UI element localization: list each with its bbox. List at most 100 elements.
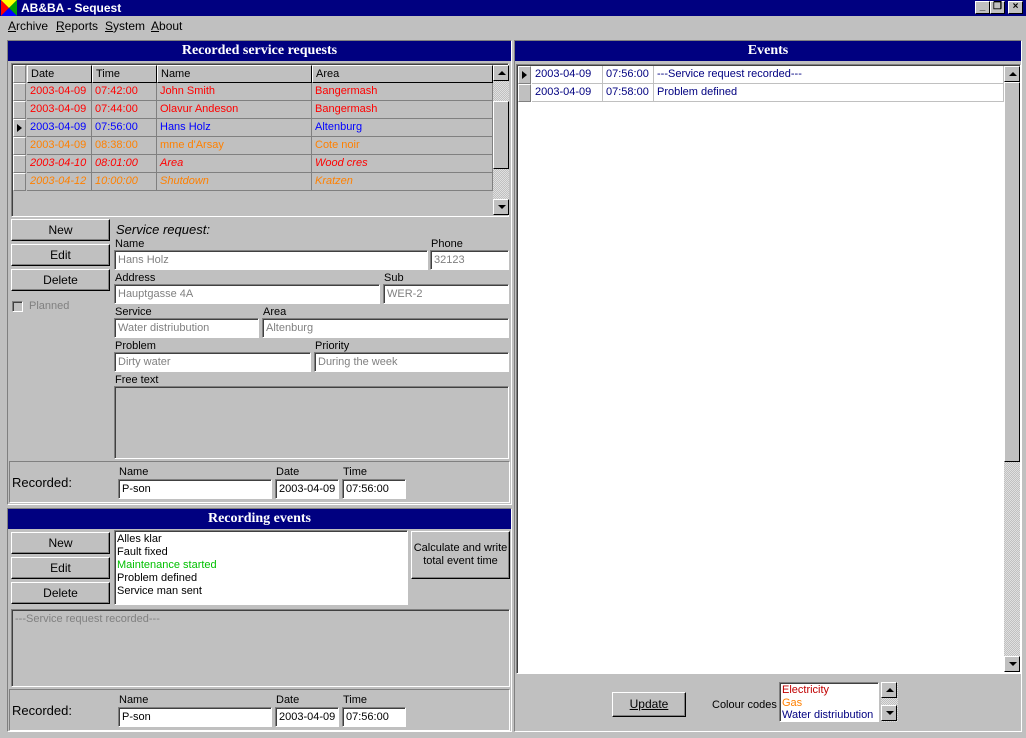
table-cell[interactable]: Bangermash: [312, 83, 493, 101]
table-cell[interactable]: Problem defined: [654, 84, 1004, 102]
table-cell[interactable]: 07:44:00: [92, 101, 157, 119]
recorded-bottom-time-field[interactable]: 07:56:00: [342, 707, 406, 727]
table-cell[interactable]: Kratzen: [312, 173, 493, 191]
update-button[interactable]: Update: [612, 692, 686, 717]
name-field[interactable]: Hans Holz: [114, 250, 428, 270]
recorded-top-date-field[interactable]: 2003-04-09: [275, 479, 339, 499]
calculate-total-time-button[interactable]: Calculate and write total event time: [411, 531, 510, 579]
table-cell[interactable]: Shutdown: [157, 173, 312, 191]
table-cell[interactable]: 07:58:00: [603, 84, 654, 102]
colour-codes-list[interactable]: Electricity Gas Water distriubution: [779, 682, 879, 722]
planned-checkbox[interactable]: [12, 301, 23, 312]
address-field[interactable]: Hauptgasse 4A: [114, 284, 380, 304]
table-cell[interactable]: 2003-04-09: [532, 84, 603, 102]
event-memo[interactable]: ---Service request recorded---: [11, 609, 510, 687]
arrow-up-icon: [886, 688, 894, 692]
table-cell[interactable]: John Smith: [157, 83, 312, 101]
delete-event-button[interactable]: Delete: [11, 582, 110, 604]
update-button-label: Update: [629, 697, 669, 711]
table-cell[interactable]: 2003-04-09: [27, 119, 92, 137]
list-item[interactable]: Gas: [782, 697, 802, 710]
row-indicator[interactable]: [13, 119, 26, 137]
priority-field[interactable]: During the week: [314, 352, 509, 372]
table-cell[interactable]: 2003-04-09: [532, 66, 603, 84]
phone-field[interactable]: 32123: [430, 250, 509, 270]
close-button[interactable]: ×: [1008, 1, 1023, 14]
table-cell[interactable]: Bangermash: [312, 101, 493, 119]
table-cell[interactable]: mme d'Arsay: [157, 137, 312, 155]
row-indicator[interactable]: [518, 84, 531, 102]
column-header-date[interactable]: Date: [27, 65, 92, 83]
service-label: Service: [115, 306, 152, 318]
table-cell[interactable]: 2003-04-09: [27, 101, 92, 119]
event-type-list[interactable]: Alles klar Fault fixed Maintenance started…: [114, 530, 408, 605]
new-event-button[interactable]: New: [11, 532, 110, 554]
grid-scroll-down-button[interactable]: [493, 199, 509, 215]
column-header-area[interactable]: Area: [312, 65, 493, 83]
table-cell[interactable]: 2003-04-09: [27, 83, 92, 101]
current-row-arrow-icon: [522, 71, 527, 79]
grid-scroll-up-button[interactable]: [493, 65, 509, 81]
row-indicator[interactable]: [13, 83, 26, 101]
table-cell[interactable]: 07:42:00: [92, 83, 157, 101]
table-cell[interactable]: Hans Holz: [157, 119, 312, 137]
delete-request-button[interactable]: Delete: [11, 269, 110, 291]
edit-event-button[interactable]: Edit: [11, 557, 110, 579]
table-cell[interactable]: Altenburg: [312, 119, 493, 137]
list-item[interactable]: Alles klar: [117, 533, 162, 546]
list-item[interactable]: Maintenance started: [117, 559, 217, 572]
table-cell[interactable]: Wood cres: [312, 155, 493, 173]
table-cell[interactable]: Olavur Andeson: [157, 101, 312, 119]
list-item[interactable]: Service man sent: [117, 585, 202, 598]
list-item[interactable]: Electricity: [782, 684, 829, 697]
restore-button[interactable]: ❐: [990, 1, 1005, 14]
events-scroll-down-button[interactable]: [1004, 656, 1020, 672]
events-scroll-up-button[interactable]: [1004, 66, 1020, 82]
table-cell[interactable]: Cote noir: [312, 137, 493, 155]
menu-about[interactable]: About: [151, 19, 182, 33]
edit-request-button[interactable]: Edit: [11, 244, 110, 266]
recorded-top-time-field[interactable]: 07:56:00: [342, 479, 406, 499]
grid-scroll-thumb[interactable]: [493, 101, 509, 169]
events-scroll-thumb[interactable]: [1004, 82, 1020, 462]
list-item[interactable]: Problem defined: [117, 572, 197, 585]
minimize-button[interactable]: _: [975, 1, 990, 14]
list-item[interactable]: Fault fixed: [117, 546, 168, 559]
row-indicator[interactable]: [518, 66, 531, 84]
table-cell[interactable]: 10:00:00: [92, 173, 157, 191]
column-header-name[interactable]: Name: [157, 65, 312, 83]
table-cell[interactable]: ---Service request recorded---: [654, 66, 1004, 84]
problem-field[interactable]: Dirty water: [114, 352, 311, 372]
table-cell[interactable]: 2003-04-09: [27, 137, 92, 155]
new-request-button[interactable]: New: [11, 219, 110, 241]
table-cell[interactable]: Area: [157, 155, 312, 173]
menu-reports[interactable]: Reports: [56, 19, 98, 33]
row-indicator[interactable]: [13, 101, 26, 119]
table-cell[interactable]: 08:38:00: [92, 137, 157, 155]
row-indicator[interactable]: [13, 173, 26, 191]
recorded-bottom-name-field[interactable]: P-son: [118, 707, 272, 727]
row-indicator[interactable]: [13, 137, 26, 155]
area-field[interactable]: Altenburg: [262, 318, 509, 338]
table-cell[interactable]: 08:01:00: [92, 155, 157, 173]
service-requests-header: Recorded service requests: [8, 41, 511, 61]
recorded-top-name-field[interactable]: P-son: [118, 479, 272, 499]
table-cell[interactable]: 2003-04-10: [27, 155, 92, 173]
menu-archive[interactable]: Archive: [8, 19, 48, 33]
list-item[interactable]: Water distriubution: [782, 709, 873, 722]
recorded-bottom-time-label: Time: [343, 694, 368, 706]
table-cell[interactable]: 2003-04-12: [27, 173, 92, 191]
service-field[interactable]: Water distriubution: [114, 318, 259, 338]
colour-scroll-down-button[interactable]: [881, 705, 897, 721]
table-cell[interactable]: 07:56:00: [603, 66, 654, 84]
sub-field[interactable]: WER-2: [383, 284, 509, 304]
recorded-bottom-date-field[interactable]: 2003-04-09: [275, 707, 339, 727]
events-header: Events: [515, 41, 1021, 61]
menu-system[interactable]: System: [105, 19, 145, 33]
current-row-arrow-icon: [17, 124, 22, 132]
table-cell[interactable]: 07:56:00: [92, 119, 157, 137]
row-indicator[interactable]: [13, 155, 26, 173]
free-text-area[interactable]: [114, 386, 509, 459]
column-header-time[interactable]: Time: [92, 65, 157, 83]
colour-scroll-up-button[interactable]: [881, 682, 897, 698]
